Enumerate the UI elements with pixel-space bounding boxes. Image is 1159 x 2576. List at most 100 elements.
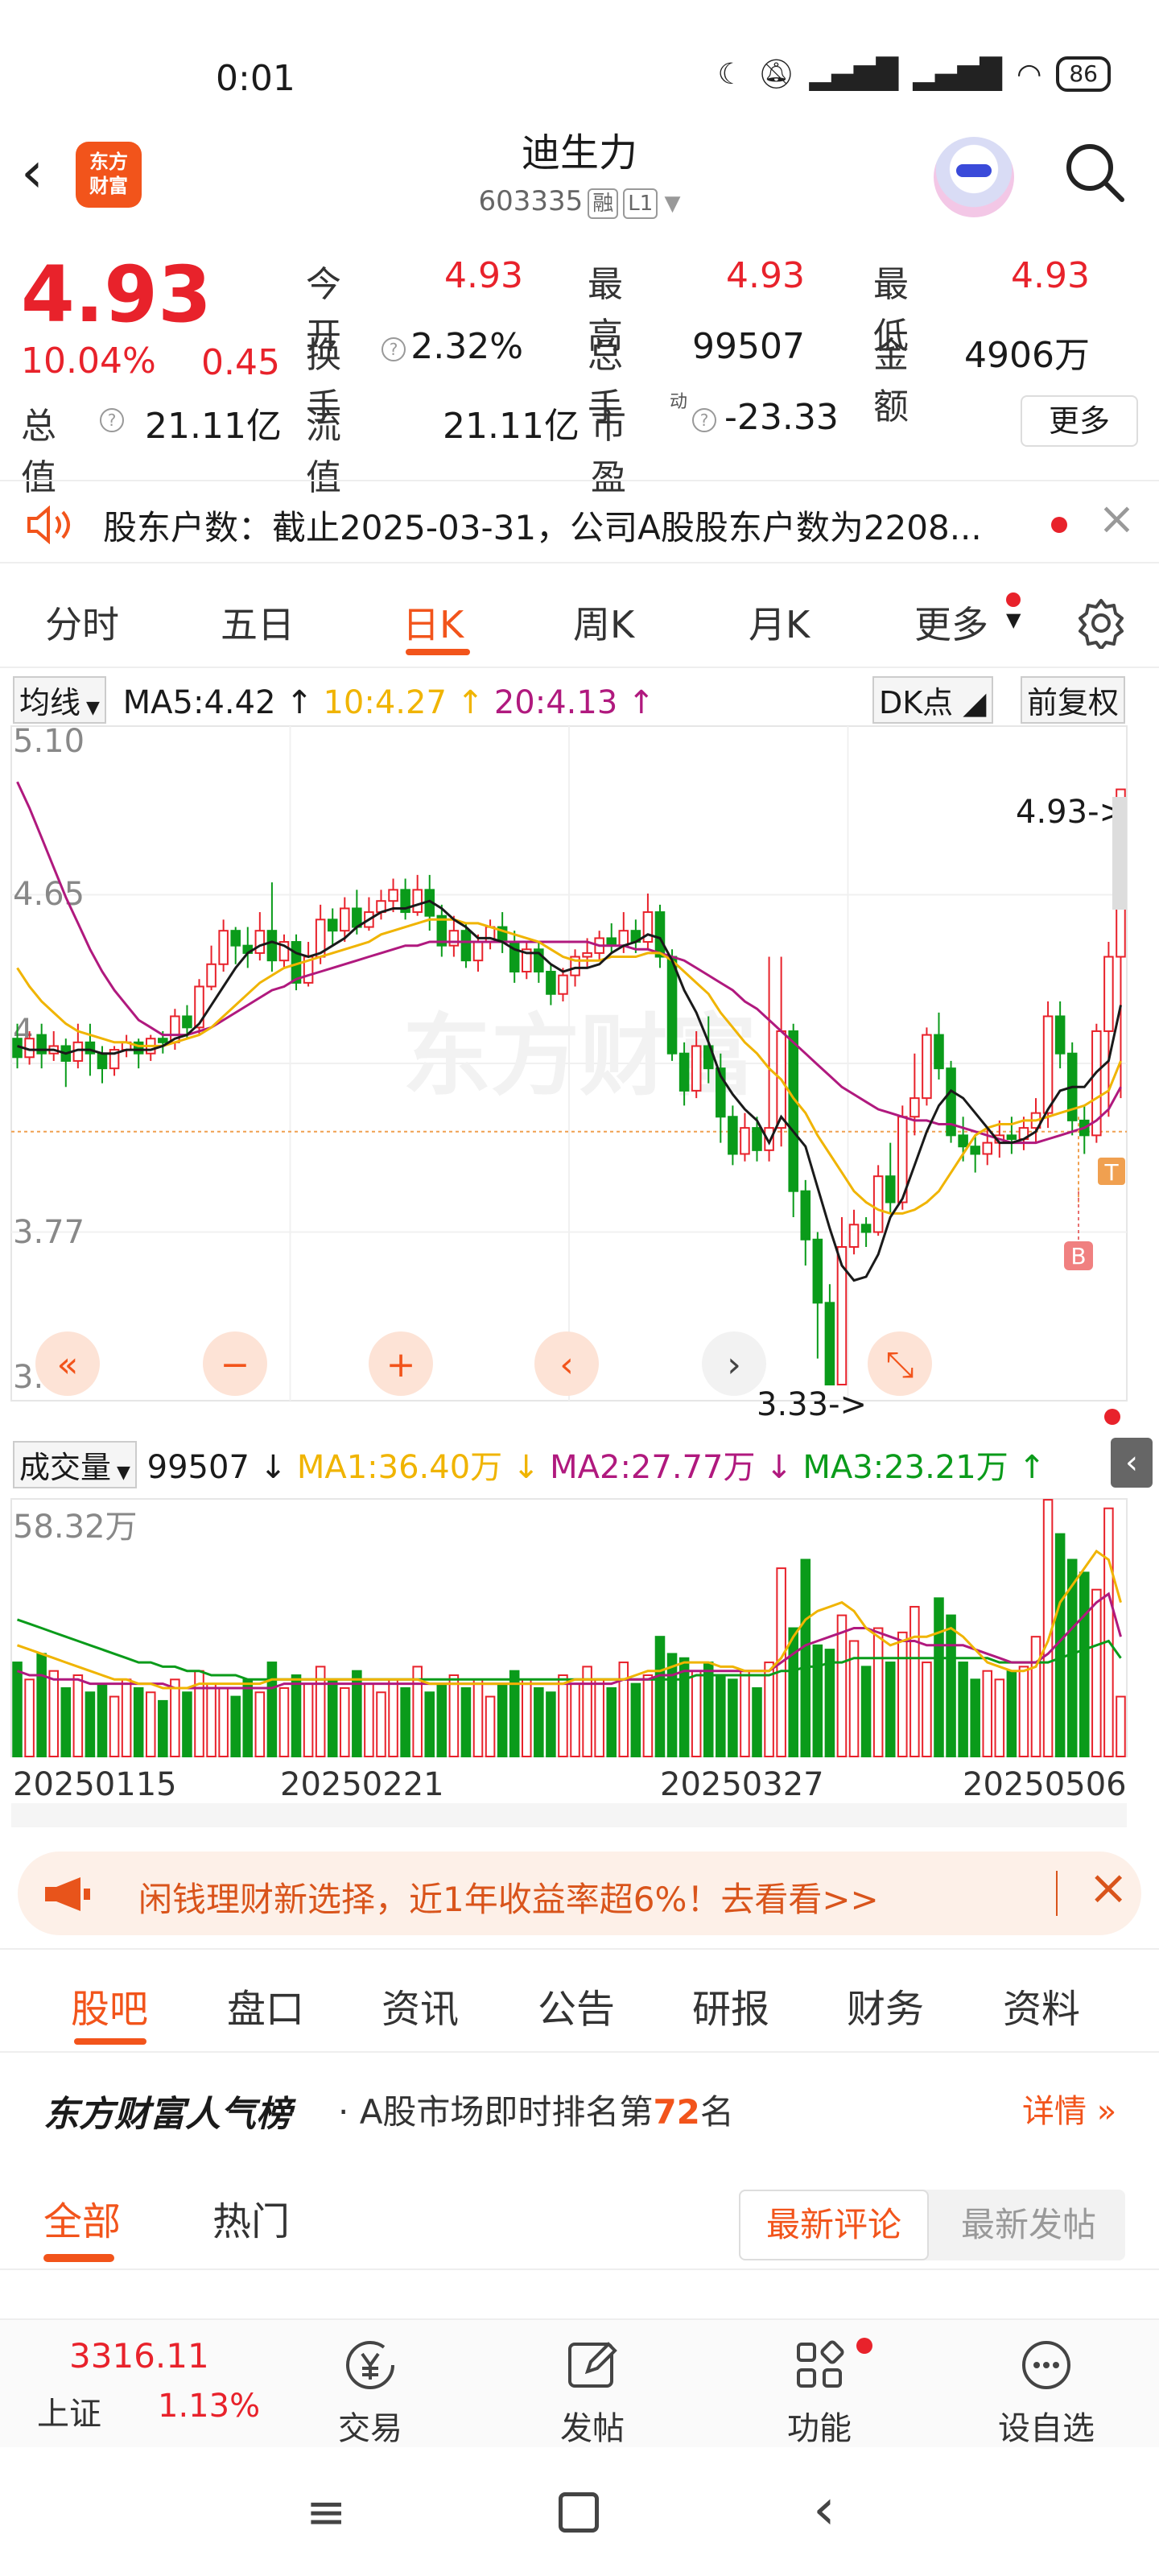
- notice-bar[interactable]: 股东户数：截止2025-03-31，公司A股股东户数为2208... ×: [0, 480, 1159, 564]
- index-value[interactable]: 3316.11: [69, 2336, 209, 2376]
- chart-period-tabs: 分时 五日 日K 周K 月K 更多 ▼: [0, 580, 1159, 668]
- sort-latest-comment[interactable]: 最新评论: [739, 2190, 929, 2260]
- volume-bar: [606, 1686, 617, 1758]
- nav-trade[interactable]: 交易: [290, 2336, 451, 2449]
- section-tab-guba[interactable]: 股吧: [71, 1977, 148, 2033]
- volume-bar: [109, 1695, 120, 1758]
- section-tab-profile[interactable]: 资料: [1003, 1977, 1080, 2033]
- volume-bar: [170, 1678, 180, 1758]
- nav-function[interactable]: 功能: [739, 2336, 900, 2449]
- volume-bar: [594, 1678, 604, 1758]
- grid-icon: [797, 2340, 844, 2388]
- tab-intraday[interactable]: 分时: [45, 596, 119, 649]
- volume-bar: [1006, 1670, 1017, 1757]
- section-tab-research[interactable]: 研报: [692, 1977, 769, 2033]
- section-tabs: 股吧 盘口 资讯 公告 研报 财务 资料: [0, 1948, 1159, 2053]
- unread-dot: [1051, 517, 1067, 533]
- candle-body: [266, 930, 278, 962]
- candle-body: [448, 930, 460, 947]
- close-icon[interactable]: ×: [1088, 1860, 1128, 1916]
- volume-bar: [982, 1670, 993, 1757]
- info-icon[interactable]: ?: [692, 408, 716, 432]
- index-percent[interactable]: 1.13%: [158, 2388, 260, 2425]
- vol-ma3: MA3:23.21万 ↑: [802, 1449, 1046, 1486]
- nav-watchlist[interactable]: 设自选: [966, 2336, 1127, 2449]
- nav-post[interactable]: 发帖: [512, 2336, 673, 2449]
- scroll-handle: [1112, 797, 1127, 910]
- back-nav-icon[interactable]: ‹: [813, 2476, 835, 2542]
- promo-text: 闲钱理财新选择，近1年收益率超6%！去看看>>: [138, 1880, 879, 1919]
- volume-bar: [448, 1674, 460, 1758]
- volume-bar: [716, 1674, 726, 1758]
- active-tab-indicator: [74, 2038, 146, 2045]
- volume-bar: [254, 1691, 266, 1757]
- popularity-rank[interactable]: 东方财富人气榜 · A股市场即时排名第72名 详情 »: [0, 2061, 1159, 2149]
- more-button[interactable]: 更多: [1021, 395, 1138, 447]
- kline-chart[interactable]: 均线 ▼ MA5:4.42 ↑ 10:4.27 ↑ 20:4.13 ↑ DK点 …: [0, 668, 1159, 1827]
- section-tab-pankou[interactable]: 盘口: [227, 1977, 304, 2033]
- low-annotation: 3.33->: [757, 1386, 867, 1423]
- volume-bar: [570, 1682, 580, 1757]
- close-icon[interactable]: ×: [1098, 493, 1136, 545]
- tab-all[interactable]: 全部: [43, 2190, 121, 2246]
- quote-value: 4906万: [964, 335, 1090, 376]
- tab-five-day[interactable]: 五日: [221, 596, 295, 649]
- section-tab-finance[interactable]: 财务: [847, 1977, 924, 2033]
- quote-value: 4.93: [726, 255, 805, 296]
- chart-canvas[interactable]: 东方财富5.104.654.3.773.334.93->3.33->TB«−+‹…: [0, 668, 1159, 1827]
- volume-bar: [72, 1674, 84, 1758]
- caret-down-icon: ▼: [658, 192, 681, 216]
- tab-week-k[interactable]: 周K: [573, 596, 634, 649]
- volume-bar: [97, 1682, 108, 1757]
- volume-bar: [364, 1682, 374, 1757]
- sort-toggle: 最新评论 最新发帖: [739, 2190, 1125, 2260]
- t-marker-label: T: [1103, 1159, 1119, 1186]
- date-label: 20250327: [660, 1766, 824, 1803]
- candle-body: [1103, 956, 1114, 1032]
- volume-bar: [728, 1678, 738, 1758]
- search-icon[interactable]: [1062, 140, 1127, 204]
- tab-hot[interactable]: 热门: [212, 2190, 290, 2246]
- candle-body: [909, 1097, 920, 1118]
- candle-body: [388, 889, 398, 902]
- volume-bar: [764, 1662, 774, 1757]
- volume-bar: [703, 1662, 714, 1757]
- change-amount: 0.45: [201, 342, 280, 383]
- section-tab-news[interactable]: 资讯: [382, 1977, 459, 2033]
- tab-day-k[interactable]: 日K: [402, 596, 464, 649]
- rank-detail-link[interactable]: 详情 »: [1022, 2085, 1116, 2132]
- volume-bar: [836, 1614, 848, 1758]
- assistant-robot-icon[interactable]: [934, 137, 1014, 217]
- volume-bar: [642, 1674, 654, 1758]
- sort-latest-post[interactable]: 最新发帖: [932, 2190, 1125, 2260]
- tab-month-k[interactable]: 月K: [749, 596, 810, 649]
- collapse-icon[interactable]: ‹: [1111, 1438, 1153, 1488]
- volume-bar: [521, 1678, 532, 1758]
- active-tab-indicator: [43, 2254, 114, 2262]
- volume-bar: [800, 1558, 811, 1757]
- comment-tabs: 全部 热门 最新评论 最新发帖: [0, 2165, 1159, 2270]
- index-name[interactable]: 上证: [37, 2388, 101, 2434]
- promo-banner[interactable]: 闲钱理财新选择，近1年收益率超6%！去看看>> ×: [18, 1852, 1141, 1935]
- caret-down-icon: ▼: [111, 1463, 130, 1483]
- volume-dropdown[interactable]: 成交量 ▼: [13, 1441, 137, 1488]
- candle-body: [460, 930, 472, 962]
- volume-bar: [970, 1678, 980, 1758]
- candle-body: [97, 1052, 108, 1070]
- tab-more[interactable]: 更多: [914, 596, 988, 649]
- volume-bar: [630, 1682, 641, 1757]
- zoom-out-icon-glyph: −: [221, 1344, 250, 1385]
- volume-bar: [242, 1678, 254, 1758]
- settings-icon[interactable]: [1075, 597, 1127, 649]
- candle-body: [982, 1141, 993, 1155]
- volume-bar: [424, 1691, 435, 1757]
- badge-dot: [1006, 592, 1021, 607]
- candle-body: [812, 1238, 823, 1304]
- section-tab-announcements[interactable]: 公告: [538, 1977, 615, 2033]
- home-icon[interactable]: [559, 2492, 599, 2533]
- volume-bar: [48, 1670, 60, 1757]
- volume-bar: [666, 1653, 678, 1757]
- candle-body: [824, 1302, 835, 1386]
- menu-icon[interactable]: ≡: [306, 2484, 346, 2541]
- volume-bar: [812, 1644, 823, 1758]
